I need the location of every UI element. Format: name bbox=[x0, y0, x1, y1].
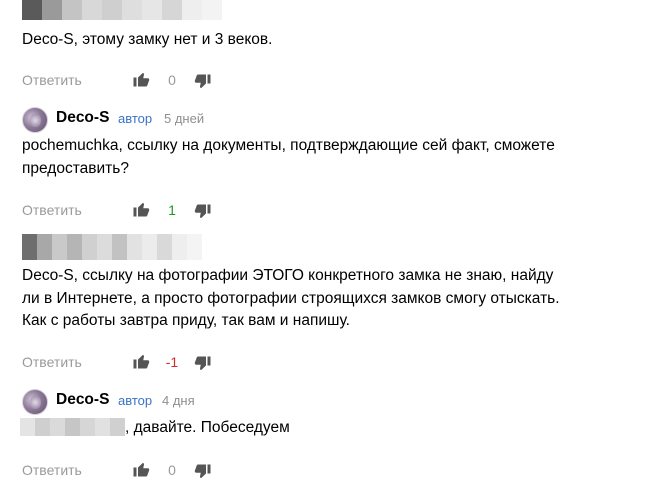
author-name[interactable]: Deco-S bbox=[56, 109, 109, 127]
thumbs-up-icon[interactable] bbox=[132, 70, 150, 88]
comment-line: Как с работы завтра приду, так вам и нап… bbox=[22, 312, 350, 329]
comment-text: Deco-S, этому замку нет и 3 веков. bbox=[22, 31, 273, 48]
reply-button[interactable]: Ответить bbox=[22, 202, 82, 218]
thumbs-down-icon[interactable] bbox=[194, 463, 212, 481]
thumbs-up-icon[interactable] bbox=[132, 352, 150, 370]
blurred-username bbox=[22, 234, 202, 260]
blurred-username bbox=[22, 0, 222, 20]
author-name[interactable]: Deco-S bbox=[56, 391, 109, 409]
comment-line: ли в Интернете, а просто фотографии стро… bbox=[22, 289, 560, 307]
comment-actions: Ответить 0 bbox=[22, 460, 262, 482]
thumbs-down-icon[interactable] bbox=[194, 203, 212, 221]
like-count: 1 bbox=[168, 202, 176, 218]
thumbs-down-icon[interactable] bbox=[194, 73, 212, 91]
reply-button[interactable]: Ответить bbox=[22, 462, 82, 478]
thumbs-down-icon[interactable] bbox=[194, 355, 212, 373]
comment-line: предоставить? bbox=[22, 159, 129, 177]
avatar[interactable] bbox=[22, 389, 48, 415]
author-badge: автор bbox=[118, 111, 153, 126]
comment-line: Deco-S, ссылку на фотографии ЭТОГО конкр… bbox=[22, 267, 554, 284]
comment-text: pochemuchka, ссылку на документы, подтве… bbox=[22, 135, 555, 180]
comment-actions: Ответить 0 bbox=[22, 70, 262, 92]
comment-text: Deco-S, ссылку на фотографии ЭТОГО конкр… bbox=[22, 265, 560, 333]
reply-button[interactable]: Ответить bbox=[22, 354, 82, 370]
like-count: -1 bbox=[165, 354, 179, 370]
thumbs-up-icon[interactable] bbox=[132, 460, 150, 478]
reply-button[interactable]: Ответить bbox=[22, 72, 82, 88]
avatar[interactable] bbox=[22, 107, 48, 133]
blurred-mention bbox=[20, 418, 125, 436]
comment-age: 4 дня bbox=[162, 393, 195, 408]
comment-actions: Ответить -1 bbox=[22, 352, 262, 374]
like-count: 0 bbox=[168, 72, 176, 88]
comment-header: Deco-S автор 5 дней bbox=[22, 107, 262, 133]
comment-actions: Ответить 1 bbox=[22, 200, 262, 222]
thumbs-up-icon[interactable] bbox=[132, 200, 150, 218]
like-count: 0 bbox=[168, 462, 176, 478]
comment-text: , давайте. Побеседуем bbox=[125, 419, 290, 436]
author-badge: автор bbox=[118, 393, 153, 408]
comment-header: Deco-S автор 4 дня bbox=[22, 389, 262, 415]
comment-age: 5 дней bbox=[164, 111, 205, 126]
comment-line: pochemuchka, ссылку на документы, подтве… bbox=[22, 137, 555, 154]
